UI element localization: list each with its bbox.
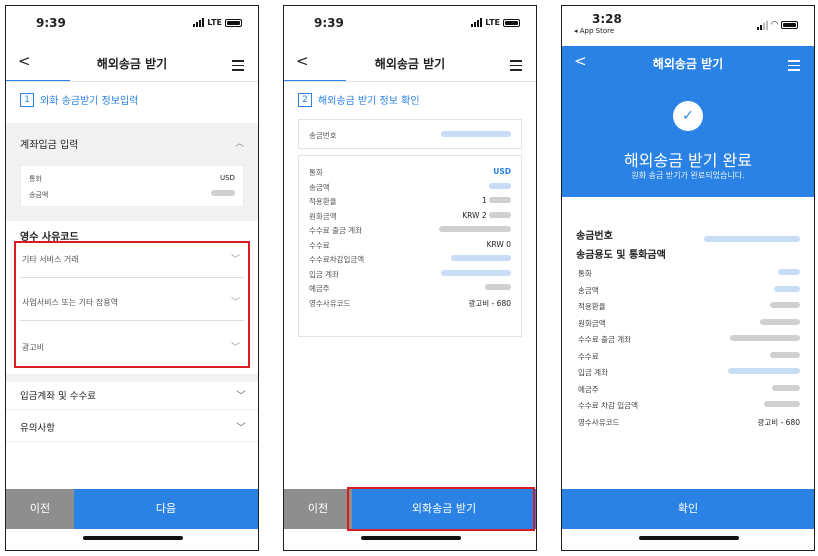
step-label: 해외송금 받기 정보 확인: [318, 96, 420, 107]
battery-icon: [781, 21, 798, 29]
status-time: 9:39: [36, 16, 66, 30]
menu-icon[interactable]: [232, 60, 244, 74]
status-indicators: ◠: [757, 20, 798, 30]
signal-icon: [193, 18, 205, 27]
masked-value: [211, 190, 235, 198]
step-indicator: 2 해외송금 받기 정보 확인: [298, 92, 420, 107]
signal-icon: [471, 18, 483, 27]
signal-icon: [757, 20, 769, 30]
battery-icon: [503, 18, 520, 27]
detail-row: 적용환율 1: [299, 193, 521, 208]
menu-icon[interactable]: [510, 60, 522, 74]
deposit-summary: 통화 USD 송금액: [20, 165, 244, 207]
detail-row: 원화금액 KRW 2: [299, 208, 521, 223]
detail-card: 통화 USD 송금액 적용환율 1 원화금액 KRW 2 수수료 출금 계좌 수수료 K…: [298, 155, 522, 337]
phone-screen-complete: 3:28 ◂ App Store ◠ < 해외송금 받기 ✓ 해외송금 받기 완…: [561, 5, 815, 551]
detail-row: 수수료 KRW 0: [309, 239, 511, 250]
highlight-box: [347, 487, 535, 531]
menu-icon[interactable]: [788, 60, 800, 74]
status-indicators: LTE: [471, 18, 520, 27]
prev-button[interactable]: 이전: [284, 489, 352, 529]
detail-row: 통화: [576, 265, 800, 282]
chevron-up-icon[interactable]: ︿: [235, 136, 244, 149]
phone-screen-confirm: 9:39 LTE < 해외송금 받기 2 해외송금 받기 정보 확인 송금번호 …: [283, 5, 537, 551]
chevron-down-icon: ﹀: [236, 391, 246, 402]
confirm-button[interactable]: 확인: [562, 489, 814, 529]
battery-icon: [225, 18, 242, 27]
status-bar: 9:39 LTE: [284, 6, 536, 42]
step-number: 2: [298, 92, 312, 107]
reference-card: 송금번호: [298, 119, 522, 149]
wifi-icon: ◠: [771, 20, 778, 30]
prev-button[interactable]: 이전: [6, 489, 74, 529]
detail-row: 적용환율: [576, 298, 800, 315]
completion-detail-list: 통화 송금액 적용환율 원화금액 수수료 출금 계좌 수수료 입금 계좌 예금주…: [576, 265, 800, 430]
detail-row: 입금 계좌: [576, 364, 800, 381]
chevron-down-icon: ﹀: [236, 423, 246, 434]
detail-row: 수수료: [576, 348, 800, 365]
detail-row: 영수사유코드 광고비 - 680: [309, 298, 511, 308]
summary-row: 통화 USD: [29, 174, 235, 183]
step-number: 1: [20, 92, 34, 107]
highlight-box: [14, 241, 250, 368]
detail-row: 예금주: [299, 280, 521, 295]
check-icon: ✓: [673, 101, 703, 131]
page-title: 해외송금 받기: [652, 57, 724, 71]
detail-row: 원화금액: [576, 315, 800, 332]
reference-row: 송금번호: [576, 224, 800, 243]
app-header: < 해외송금 받기: [284, 46, 536, 82]
detail-row: 입금 계좌: [299, 266, 521, 281]
accordion-deposit-fee[interactable]: 입금계좌 및 수수료 ﹀: [6, 378, 258, 410]
status-time: 3:28: [592, 12, 622, 26]
status-bar: 9:39 LTE: [6, 6, 258, 42]
accordion-notice[interactable]: 유의사항 ﹀: [6, 410, 258, 442]
home-indicator: [83, 536, 183, 540]
page-title: 해외송금 받기: [374, 57, 446, 71]
step-label: 외화 송금받기 정보입력: [40, 96, 139, 107]
phone-screen-input: 9:39 LTE < 해외송금 받기 1 외화 송금받기 정보입력 계좌입금 입…: [5, 5, 259, 551]
page-title: 해외송금 받기: [96, 57, 168, 71]
bottom-bar: 확인: [562, 489, 814, 545]
status-time: 9:39: [314, 16, 344, 30]
detail-row: 수수료 출금 계좌: [299, 222, 521, 237]
detail-row: 수수료 출금 계좌: [576, 331, 800, 348]
detail-row: 영수사유코드 광고비 - 680: [578, 417, 800, 427]
back-to-app-link[interactable]: ◂ App Store: [574, 27, 614, 35]
bottom-bar: 이전 다음: [6, 489, 258, 545]
app-header: < 해외송금 받기: [6, 46, 258, 82]
status-indicators: LTE: [193, 18, 242, 27]
detail-row: 예금주: [576, 381, 800, 398]
masked-value: [704, 227, 800, 246]
detail-row: 송금액: [299, 179, 521, 194]
status-bar: 3:28 ◂ App Store ◠: [562, 6, 814, 46]
detail-row: 수수료 차감 입금액: [576, 397, 800, 414]
divider: [284, 81, 536, 82]
network-label: LTE: [485, 18, 500, 27]
deposit-section: 계좌입금 입력 ︿ 통화 USD 송금액: [6, 123, 258, 221]
completion-subtitle: 원화 송금 받기가 완료되었습니다.: [631, 171, 745, 180]
next-button[interactable]: 다음: [74, 489, 258, 529]
divider: [6, 81, 258, 82]
network-label: LTE: [207, 18, 222, 27]
detail-row: 수수료차감입금액: [299, 251, 521, 266]
completion-hero: < 해외송금 받기 ✓ 해외송금 받기 완료 원화 송금 받기가 완료되었습니다…: [562, 46, 814, 197]
detail-row: 통화 USD: [309, 167, 511, 177]
section-title: 계좌입금 입력: [20, 140, 79, 151]
home-indicator: [361, 536, 461, 540]
masked-value: [441, 130, 511, 139]
completion-title: 해외송금 받기 완료: [624, 151, 752, 170]
purpose-title: 송금용도 및 통화금액: [576, 250, 666, 261]
step-indicator: 1 외화 송금받기 정보입력: [20, 92, 138, 107]
reference-row: 송금번호: [299, 127, 521, 142]
detail-row: 송금액: [576, 282, 800, 299]
home-indicator: [639, 536, 739, 540]
summary-row: 송금액: [21, 186, 243, 202]
